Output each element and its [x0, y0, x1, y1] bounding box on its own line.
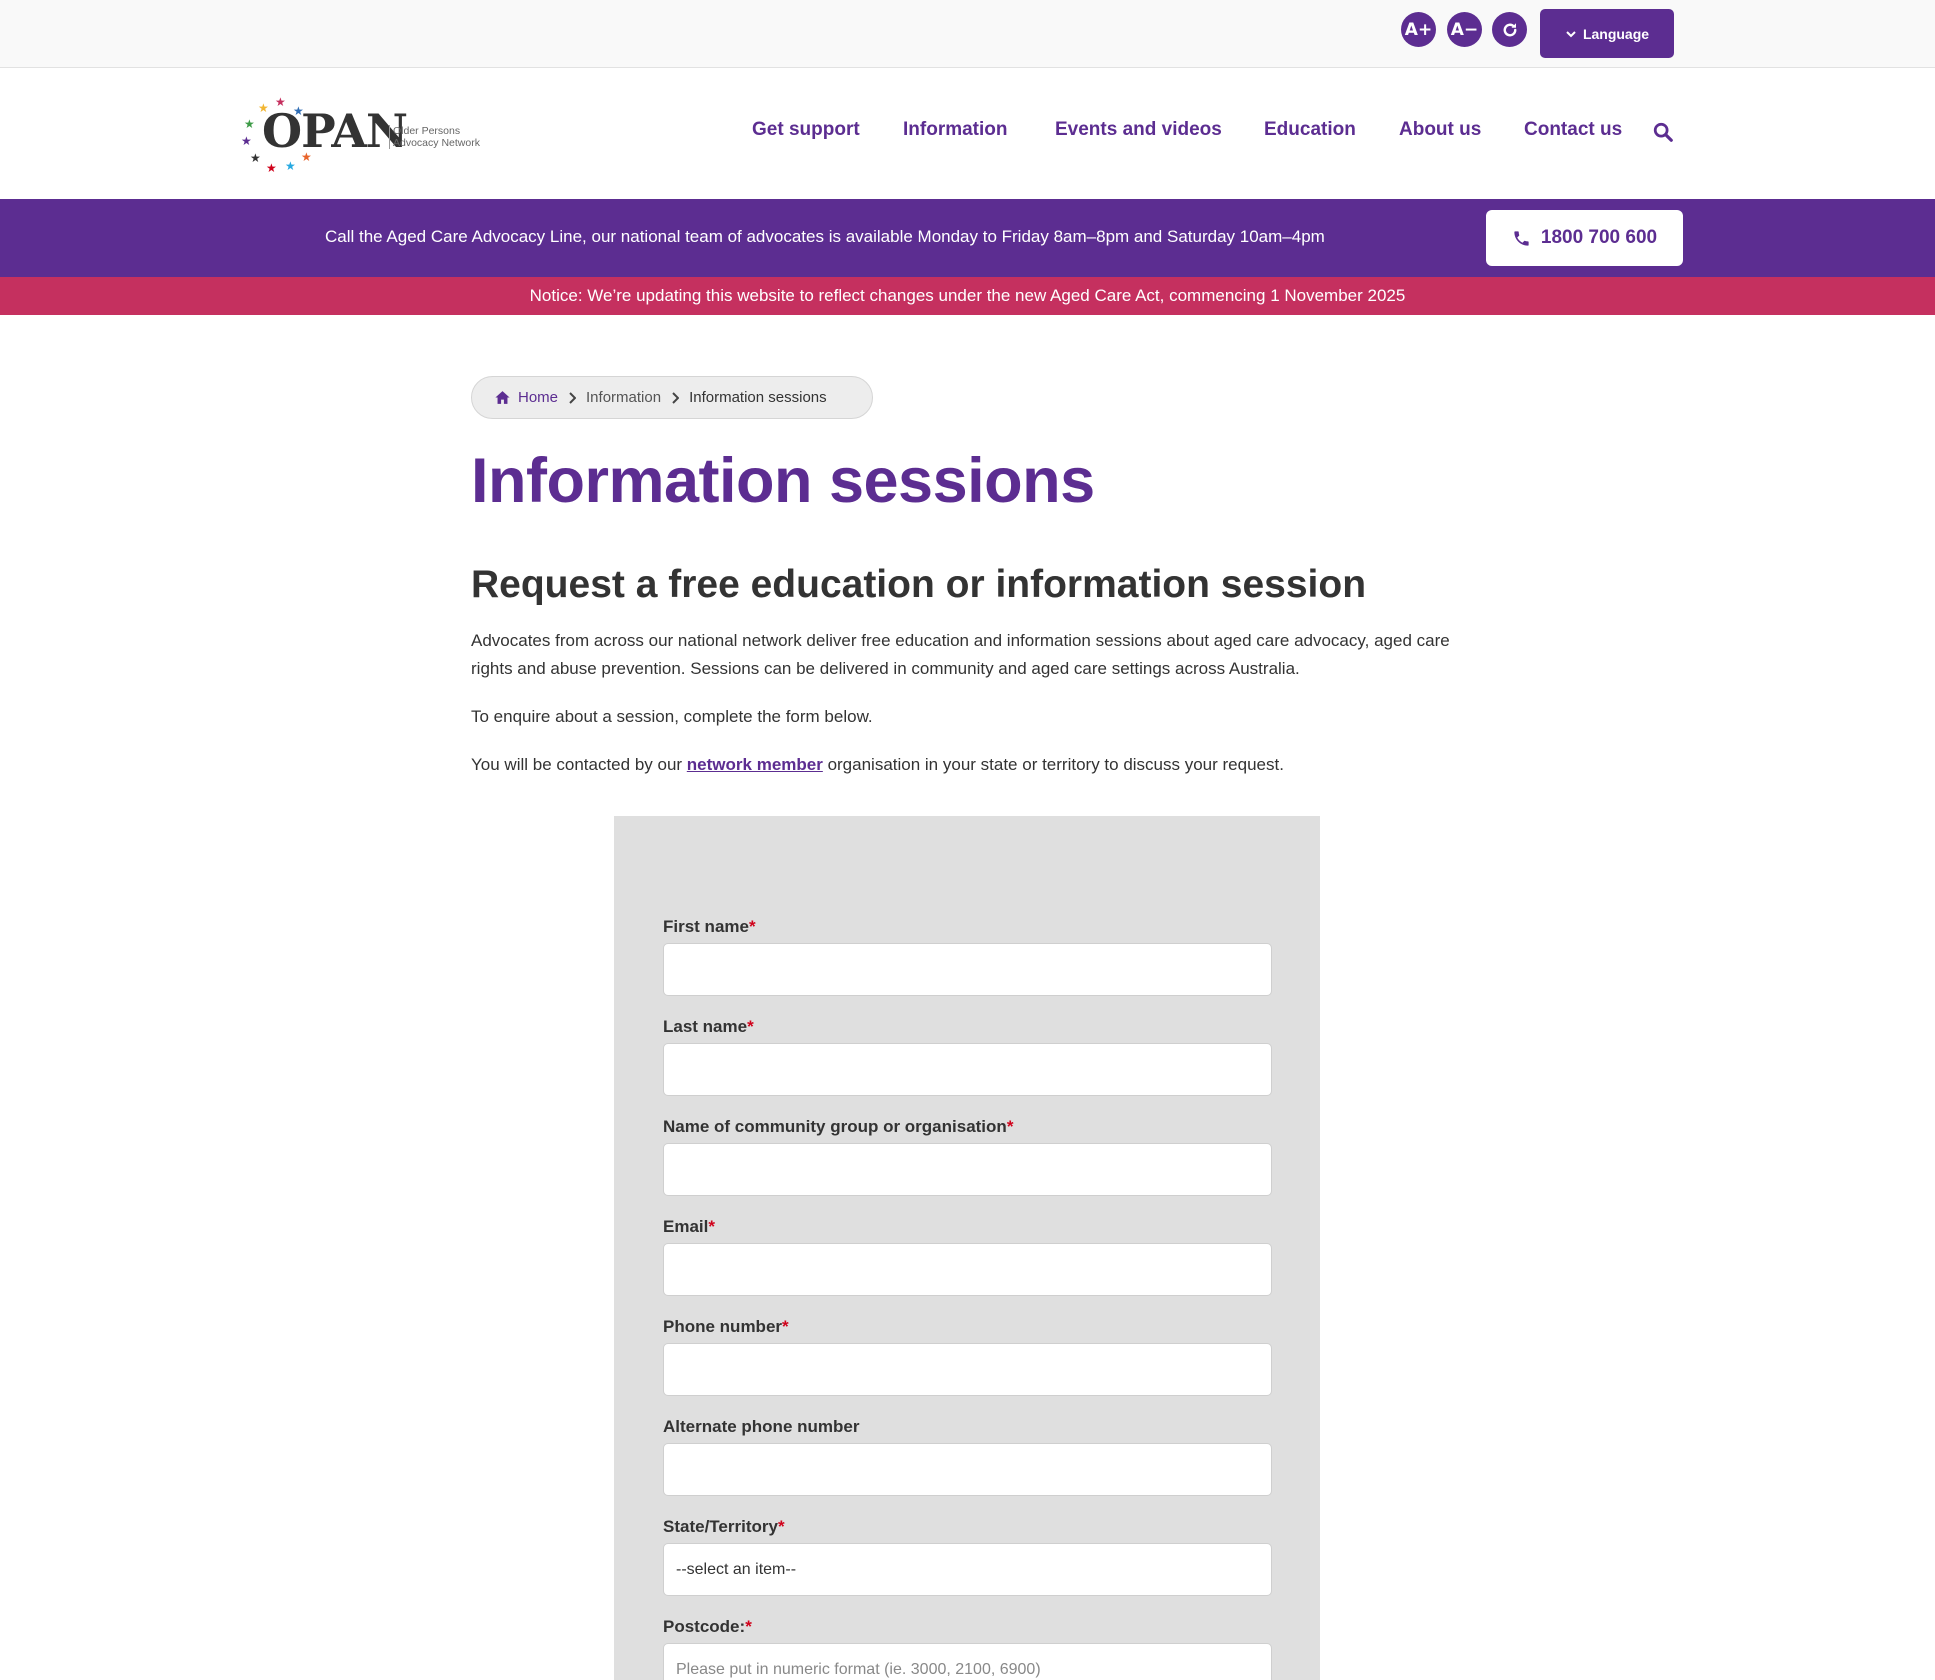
logo-tagline: Older Persons Advocacy Network — [389, 125, 480, 149]
state-label: State/Territory* — [663, 1517, 785, 1537]
phone-label: Phone number* — [663, 1317, 789, 1337]
font-reset-button[interactable] — [1492, 12, 1527, 47]
phone-label-text: Phone number — [663, 1317, 783, 1336]
organisation-label-text: Name of community group or organisation — [663, 1117, 1007, 1136]
utility-bar: A+ A− Language — [0, 0, 1935, 68]
organisation-input[interactable] — [663, 1143, 1272, 1196]
page-title: Information sessions — [471, 446, 1095, 516]
star-icon: ★ — [266, 161, 277, 175]
first-name-label: First name* — [663, 917, 756, 937]
organisation-label: Name of community group or organisation* — [663, 1117, 1013, 1137]
home-icon — [495, 391, 510, 404]
call-phone-number: 1800 700 600 — [1540, 227, 1658, 248]
postcode-label: Postcode:* — [663, 1617, 752, 1637]
star-icon: ★ — [244, 117, 255, 131]
chevron-down-icon — [1566, 30, 1576, 37]
font-increase-button[interactable]: A+ — [1401, 12, 1436, 47]
last-name-input[interactable] — [663, 1043, 1272, 1096]
contact-prefix: You will be contacted by our — [471, 755, 687, 774]
star-icon: ★ — [250, 151, 261, 165]
breadcrumb: Home Information Information sessions — [471, 376, 873, 419]
contact-paragraph: You will be contacted by our network mem… — [471, 751, 1471, 779]
intro-paragraph: Advocates from across our national netwo… — [471, 631, 1450, 678]
logo-tagline-line: Advocacy Network — [393, 137, 480, 149]
rotate-icon — [1503, 22, 1516, 36]
state-selected-value: --select an item-- — [676, 1560, 797, 1578]
nav-get-support[interactable]: Get support — [752, 119, 860, 141]
enquire-paragraph: To enquire about a session, complete the… — [471, 707, 873, 726]
star-icon: ★ — [285, 159, 296, 173]
alt-phone-label: Alternate phone number — [663, 1417, 859, 1437]
required-marker: * — [747, 1017, 754, 1036]
alt-phone-label-text: Alternate phone number — [663, 1417, 860, 1436]
nav-contact-us[interactable]: Contact us — [1524, 119, 1622, 141]
required-marker: * — [708, 1217, 715, 1236]
required-marker: * — [748, 917, 756, 936]
site-header: ★ ★ ★ ★ ★ ★ ★ ★ ★ OPAN Older Persons Adv… — [0, 68, 1935, 199]
breadcrumb-home[interactable]: Home — [494, 389, 558, 406]
logo-tagline-line: Older Persons — [393, 125, 461, 137]
nav-about-us[interactable]: About us — [1399, 119, 1481, 141]
breadcrumb-current: Information sessions — [689, 389, 827, 406]
notice-banner: Notice: We’re updating this website to r… — [0, 277, 1935, 315]
state-select[interactable]: --select an item-- — [663, 1543, 1272, 1596]
postcode-input[interactable] — [663, 1643, 1272, 1680]
session-request-form: First name* Last name* Name of community… — [614, 816, 1320, 1680]
call-phone-button[interactable]: 1800 700 600 — [1486, 210, 1683, 266]
page-subtitle: Request a free education or information … — [471, 563, 1367, 606]
nav-events-and-videos[interactable]: Events and videos — [1055, 119, 1222, 141]
postcode-label-text: Postcode: — [663, 1617, 746, 1636]
email-label: Email* — [663, 1217, 715, 1237]
network-member-link[interactable]: network member — [687, 755, 823, 774]
first-name-label-text: First name — [663, 917, 749, 936]
nav-education[interactable]: Education — [1264, 119, 1356, 141]
opan-logo[interactable]: ★ ★ ★ ★ ★ ★ ★ ★ ★ OPAN Older Persons Adv… — [240, 94, 490, 180]
star-icon: ★ — [241, 134, 252, 148]
chevron-right-icon — [672, 391, 680, 404]
nav-information[interactable]: Information — [903, 119, 1008, 141]
required-marker: * — [782, 1317, 789, 1336]
last-name-label: Last name* — [663, 1017, 754, 1037]
email-label-text: Email — [663, 1217, 709, 1236]
call-banner-text: Call the Aged Care Advocacy Line, our na… — [325, 227, 1325, 246]
language-label: Language — [1582, 25, 1650, 42]
breadcrumb-information[interactable]: Information — [586, 389, 661, 406]
contact-suffix: organisation in your state or territory … — [822, 755, 1284, 774]
phone-input[interactable] — [663, 1343, 1272, 1396]
first-name-input[interactable] — [663, 943, 1272, 996]
required-marker: * — [1006, 1117, 1014, 1136]
search-icon[interactable] — [1652, 121, 1674, 143]
logo-wordmark: OPAN — [262, 104, 408, 158]
state-label-text: State/Territory — [663, 1517, 778, 1536]
required-marker: * — [777, 1517, 785, 1536]
font-decrease-button[interactable]: A− — [1447, 12, 1482, 47]
breadcrumb-home-label: Home — [518, 389, 559, 406]
required-marker: * — [745, 1617, 752, 1636]
email-input[interactable] — [663, 1243, 1272, 1296]
last-name-label-text: Last name — [663, 1017, 748, 1036]
alt-phone-input[interactable] — [663, 1443, 1272, 1496]
notice-text: Notice: We’re updating this website to r… — [529, 286, 1406, 305]
language-button[interactable]: Language — [1540, 9, 1674, 58]
chevron-right-icon — [569, 391, 577, 404]
phone-icon — [1514, 230, 1529, 246]
call-banner: Call the Aged Care Advocacy Line, our na… — [0, 199, 1935, 277]
